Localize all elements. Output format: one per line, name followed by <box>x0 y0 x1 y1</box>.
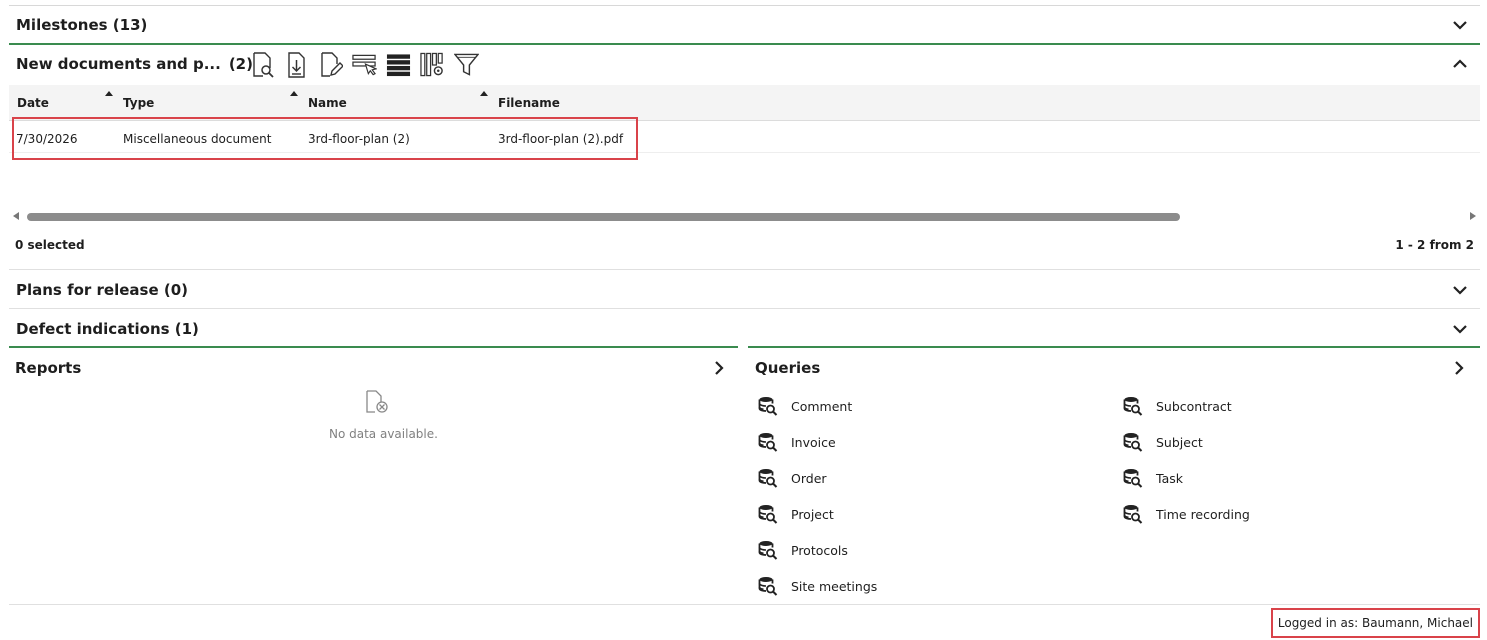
scroll-left-icon[interactable] <box>13 212 19 220</box>
section-milestones-title: Milestones (13) <box>16 16 148 34</box>
reports-top-divider <box>9 346 738 348</box>
query-item-order[interactable]: Order <box>758 468 827 488</box>
query-item-task[interactable]: Task <box>1123 468 1183 488</box>
horizontal-scrollbar[interactable] <box>9 210 1480 222</box>
query-item-protocols[interactable]: Protocols <box>758 540 848 560</box>
sort-arrow-icon[interactable] <box>480 91 488 96</box>
query-item-subcontract[interactable]: Subcontract <box>1123 396 1232 416</box>
chevron-down-icon[interactable] <box>1451 281 1469 299</box>
logged-in-text: Logged in as: Baumann, Michael <box>1277 616 1473 630</box>
column-settings-icon[interactable] <box>420 51 445 78</box>
section-defects-header[interactable]: Defect indications (1) <box>16 318 199 340</box>
database-search-icon <box>758 396 778 416</box>
database-search-icon <box>1123 432 1143 452</box>
column-header-name[interactable]: Name <box>308 96 347 110</box>
query-item-label: Task <box>1156 470 1183 486</box>
scrollbar-thumb[interactable] <box>27 213 1180 221</box>
chevron-right-icon[interactable] <box>710 359 728 377</box>
section-defects-title: Defect indications (1) <box>16 320 199 338</box>
section-plans-title: Plans for release (0) <box>16 281 189 299</box>
database-search-icon <box>758 468 778 488</box>
database-search-icon <box>758 432 778 452</box>
pagination-info: 1 - 2 from 2 <box>1395 238 1474 252</box>
query-item-label: Protocols <box>791 542 848 558</box>
query-item-label: Time recording <box>1156 506 1250 522</box>
database-search-icon <box>1123 468 1143 488</box>
query-item-project[interactable]: Project <box>758 504 834 524</box>
query-item-comment[interactable]: Comment <box>758 396 852 416</box>
section-new-documents-title: New documents and p... <box>16 55 221 73</box>
section-reports-header[interactable]: Reports <box>15 357 81 379</box>
database-search-icon <box>758 504 778 524</box>
chevron-down-icon[interactable] <box>1451 16 1469 34</box>
documents-table-header: Date Type Name Filename <box>9 85 1480 121</box>
column-header-date[interactable]: Date <box>17 96 49 110</box>
filter-icon[interactable] <box>454 51 479 78</box>
chevron-down-icon[interactable] <box>1451 320 1469 338</box>
query-item-label: Comment <box>791 398 853 414</box>
top-divider <box>9 5 1480 6</box>
chevron-right-icon[interactable] <box>1450 359 1468 377</box>
query-item-invoice[interactable]: Invoice <box>758 432 836 452</box>
select-columns-icon[interactable] <box>352 51 377 78</box>
column-header-type[interactable]: Type <box>123 96 154 110</box>
download-document-icon[interactable] <box>284 51 309 78</box>
query-item-label: Project <box>791 506 834 522</box>
edit-document-icon[interactable] <box>318 51 343 78</box>
preview-document-icon[interactable] <box>250 51 275 78</box>
database-search-icon <box>1123 396 1143 416</box>
query-item-label: Invoice <box>791 434 836 450</box>
scroll-right-icon[interactable] <box>1470 212 1476 220</box>
database-search-icon <box>1123 504 1143 524</box>
section-divider <box>9 308 1480 309</box>
section-plans-header[interactable]: Plans for release (0) <box>16 279 188 301</box>
query-item-subject[interactable]: Subject <box>1123 432 1203 452</box>
query-item-time-recording[interactable]: Time recording <box>1123 504 1250 524</box>
section-reports-title: Reports <box>15 359 82 377</box>
documents-toolbar <box>250 51 479 78</box>
query-item-label: Order <box>791 470 827 486</box>
section-divider <box>9 269 1480 270</box>
database-search-icon <box>758 540 778 560</box>
row-highlight-box <box>12 117 638 160</box>
section-divider <box>9 43 1480 45</box>
no-data-text: No data available. <box>329 427 438 441</box>
queries-top-divider <box>748 346 1480 348</box>
sort-arrow-icon[interactable] <box>290 91 298 96</box>
sort-arrow-icon[interactable] <box>105 91 113 96</box>
footer-divider <box>9 604 1480 605</box>
section-queries-title: Queries <box>755 359 821 377</box>
query-item-label: Site meetings <box>791 578 878 594</box>
no-data-document-icon <box>364 390 390 416</box>
section-new-documents-header[interactable]: New documents and p... (2) <box>16 53 253 75</box>
query-item-label: Subject <box>1156 434 1203 450</box>
column-header-filename[interactable]: Filename <box>498 96 560 110</box>
section-milestones-header[interactable]: Milestones (13) <box>16 14 147 36</box>
section-queries-header[interactable]: Queries <box>755 357 820 379</box>
database-search-icon <box>758 576 778 596</box>
list-view-icon[interactable] <box>386 51 411 78</box>
chevron-up-icon[interactable] <box>1451 55 1469 73</box>
query-item-site-meetings[interactable]: Site meetings <box>758 576 877 596</box>
selected-count: 0 selected <box>15 238 85 252</box>
query-item-label: Subcontract <box>1156 398 1232 414</box>
logged-in-status: Logged in as: Baumann, Michael <box>1270 608 1480 638</box>
